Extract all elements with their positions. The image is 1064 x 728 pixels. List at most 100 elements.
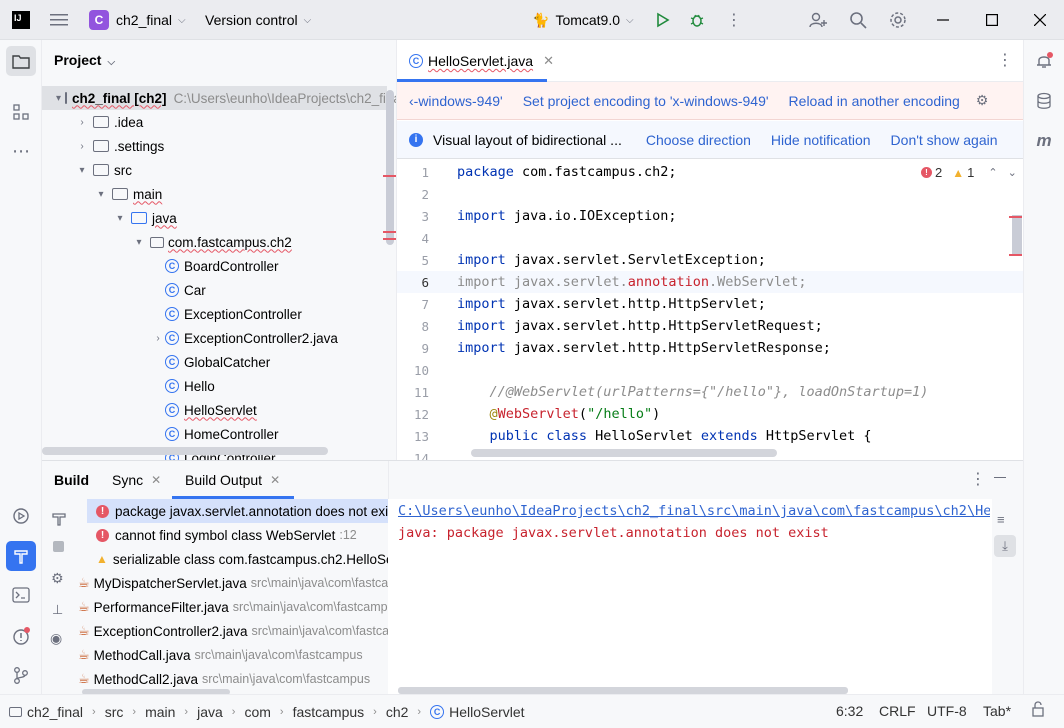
tree-item[interactable]: ▾ src: [42, 158, 387, 182]
tree-item[interactable]: C Hello: [42, 374, 387, 398]
breadcrumb-item[interactable]: ch2: [386, 704, 409, 720]
run-config-selector[interactable]: 🐈 Tomcat9.0 ⌵: [532, 0, 634, 40]
main-menu-button[interactable]: [50, 0, 68, 40]
tree-item[interactable]: C ExceptionController: [42, 302, 387, 326]
list-item[interactable]: ☕ MethodCall.java src\main\java\com\fastca…: [78, 643, 388, 667]
debug-button[interactable]: [689, 0, 705, 40]
problems-tool-button[interactable]: [6, 621, 36, 651]
output-file-link[interactable]: C:\Users\eunho\IdeaProjects\ch2_final\sr…: [398, 503, 990, 519]
settings-button[interactable]: [889, 0, 907, 40]
list-item[interactable]: ☕ PerformanceFilter.java src\main\java\com…: [78, 595, 388, 619]
breadcrumb-item[interactable]: fastcampus: [293, 704, 365, 720]
breadcrumb-item[interactable]: com: [244, 704, 270, 720]
list-item[interactable]: ▲ serializable class com.fastcampus.ch2.H…: [96, 547, 388, 571]
tree-hscrollbar[interactable]: [42, 447, 328, 455]
project-tool-button[interactable]: [6, 46, 36, 76]
maximize-button[interactable]: [986, 0, 998, 40]
tab-actions-icon[interactable]: ⋮: [997, 50, 1013, 70]
tree-item[interactable]: ▾ java: [42, 206, 387, 230]
editor-hscrollbar[interactable]: [471, 449, 777, 457]
tree-item[interactable]: › .settings: [42, 134, 387, 158]
build-tool-button[interactable]: [6, 541, 36, 571]
breadcrumb-item[interactable]: main: [145, 704, 175, 720]
soft-wrap-icon[interactable]: ≡: [997, 512, 1005, 527]
line-ending[interactable]: CRLF: [879, 703, 916, 719]
eye-icon[interactable]: ◉: [50, 630, 62, 647]
panel-options-icon[interactable]: ⋮: [970, 469, 986, 489]
pin-icon[interactable]: ⊥: [52, 602, 63, 618]
tree-item[interactable]: C GlobalCatcher: [42, 350, 387, 374]
caret-position[interactable]: 6:32: [836, 703, 863, 719]
build-output-console[interactable]: C:\Users\eunho\IdeaProjects\ch2_final\sr…: [388, 499, 992, 695]
tree-item[interactable]: › .idea: [42, 110, 387, 134]
hide-notification-link[interactable]: Hide notification: [771, 132, 871, 148]
project-panel-title[interactable]: Project ⌵: [54, 52, 115, 68]
terminal-tool-button[interactable]: [6, 580, 36, 610]
database-tool-button[interactable]: [1029, 86, 1059, 116]
choose-direction-link[interactable]: Choose direction: [646, 132, 751, 148]
scroll-to-end-icon[interactable]: ⤓: [994, 535, 1016, 557]
tab-sync[interactable]: Sync ✕: [112, 461, 161, 499]
tree-item[interactable]: ▾ main: [42, 182, 387, 206]
breadcrumb-item[interactable]: java: [197, 704, 223, 720]
chevron-down-icon[interactable]: ▾: [75, 165, 89, 176]
tree-scrollbar[interactable]: [386, 90, 394, 245]
project-selector[interactable]: C ch2_final ⌵: [89, 0, 186, 40]
lock-icon[interactable]: [1032, 701, 1044, 720]
breadcrumb-item[interactable]: src: [105, 704, 124, 720]
close-button[interactable]: [1034, 0, 1046, 40]
tab-helloservlet[interactable]: C HelloServlet.java ✕: [409, 40, 554, 82]
tree-item[interactable]: C Car: [42, 278, 387, 302]
chevron-down-icon[interactable]: ▾: [56, 93, 61, 104]
minimize-panel-icon[interactable]: [994, 477, 1006, 479]
minimize-button[interactable]: [937, 0, 949, 40]
breadcrumb-item[interactable]: HelloServlet: [449, 704, 524, 720]
tree-item[interactable]: ▾ com.fastcampus.ch2: [42, 230, 387, 254]
build-hammer-icon[interactable]: [52, 512, 66, 529]
list-item[interactable]: ☕ MyDispatcherServlet.java src\main\java\c…: [78, 571, 388, 595]
list-item[interactable]: ! package javax.servlet.annotation does n…: [87, 499, 388, 523]
tree-item[interactable]: ▾ ch2_final [ch2] C:\Users\eunho\IdeaProje…: [42, 86, 396, 110]
gear-icon[interactable]: ⚙: [976, 92, 989, 109]
chevron-up-icon[interactable]: ⌃: [988, 166, 997, 179]
dont-show-again-link[interactable]: Don't show again: [891, 132, 998, 148]
chevron-down-icon[interactable]: ▾: [94, 189, 108, 200]
breadcrumb-item[interactable]: ch2_final: [27, 704, 83, 720]
indent-setting[interactable]: Tab*: [983, 703, 1011, 719]
stop-icon[interactable]: [53, 541, 64, 552]
chevron-down-icon[interactable]: ▾: [132, 237, 146, 248]
list-item[interactable]: ☕ ExceptionController2.java src\main\java\…: [78, 619, 388, 643]
chevron-right-icon[interactable]: ›: [75, 141, 89, 152]
tree-item[interactable]: › C ExceptionController2.java: [42, 326, 387, 350]
tree-item[interactable]: C HomeController: [42, 422, 387, 446]
vcs-selector[interactable]: Version control ⌵: [205, 0, 311, 40]
console-hscrollbar[interactable]: [398, 687, 848, 694]
tree-item[interactable]: C BoardController: [42, 254, 387, 278]
more-tools-icon[interactable]: ⋯: [6, 136, 36, 166]
services-tool-button[interactable]: [6, 501, 36, 531]
inspection-widget[interactable]: ! 2 ▲ 1 ⌃ ⌄: [921, 165, 1017, 180]
set-encoding-link[interactable]: Set project encoding to 'x-windows-949': [523, 93, 769, 109]
gear-icon[interactable]: ⚙: [51, 570, 64, 587]
chevron-right-icon[interactable]: ›: [151, 333, 165, 344]
tree-item[interactable]: C HelloServlet: [42, 398, 387, 422]
build-title[interactable]: Build: [54, 461, 89, 499]
chevron-down-icon[interactable]: ▾: [113, 213, 127, 224]
encoding-text[interactable]: ‹-windows-949': [409, 93, 503, 109]
app-logo[interactable]: IJ: [12, 0, 30, 40]
git-tool-button[interactable]: [6, 660, 36, 690]
notifications-button[interactable]: [1029, 46, 1059, 76]
more-actions-icon[interactable]: ⋮: [726, 0, 742, 40]
maven-icon[interactable]: m: [1029, 126, 1059, 156]
chevron-down-icon[interactable]: ⌄: [1008, 166, 1017, 179]
chevron-right-icon[interactable]: ›: [75, 117, 89, 128]
search-button[interactable]: [849, 0, 867, 40]
list-item[interactable]: ! cannot find symbol class WebServlet:12: [96, 523, 388, 547]
tab-build-output[interactable]: Build Output ✕: [185, 461, 280, 499]
file-encoding[interactable]: UTF-8: [927, 703, 967, 719]
add-user-button[interactable]: [809, 0, 827, 40]
structure-tool-button[interactable]: [6, 97, 36, 127]
close-tab-icon[interactable]: ✕: [543, 53, 554, 69]
run-button[interactable]: [654, 0, 670, 40]
list-item[interactable]: ☕ MethodCall2.java src\main\java\com\fastc…: [78, 667, 388, 691]
